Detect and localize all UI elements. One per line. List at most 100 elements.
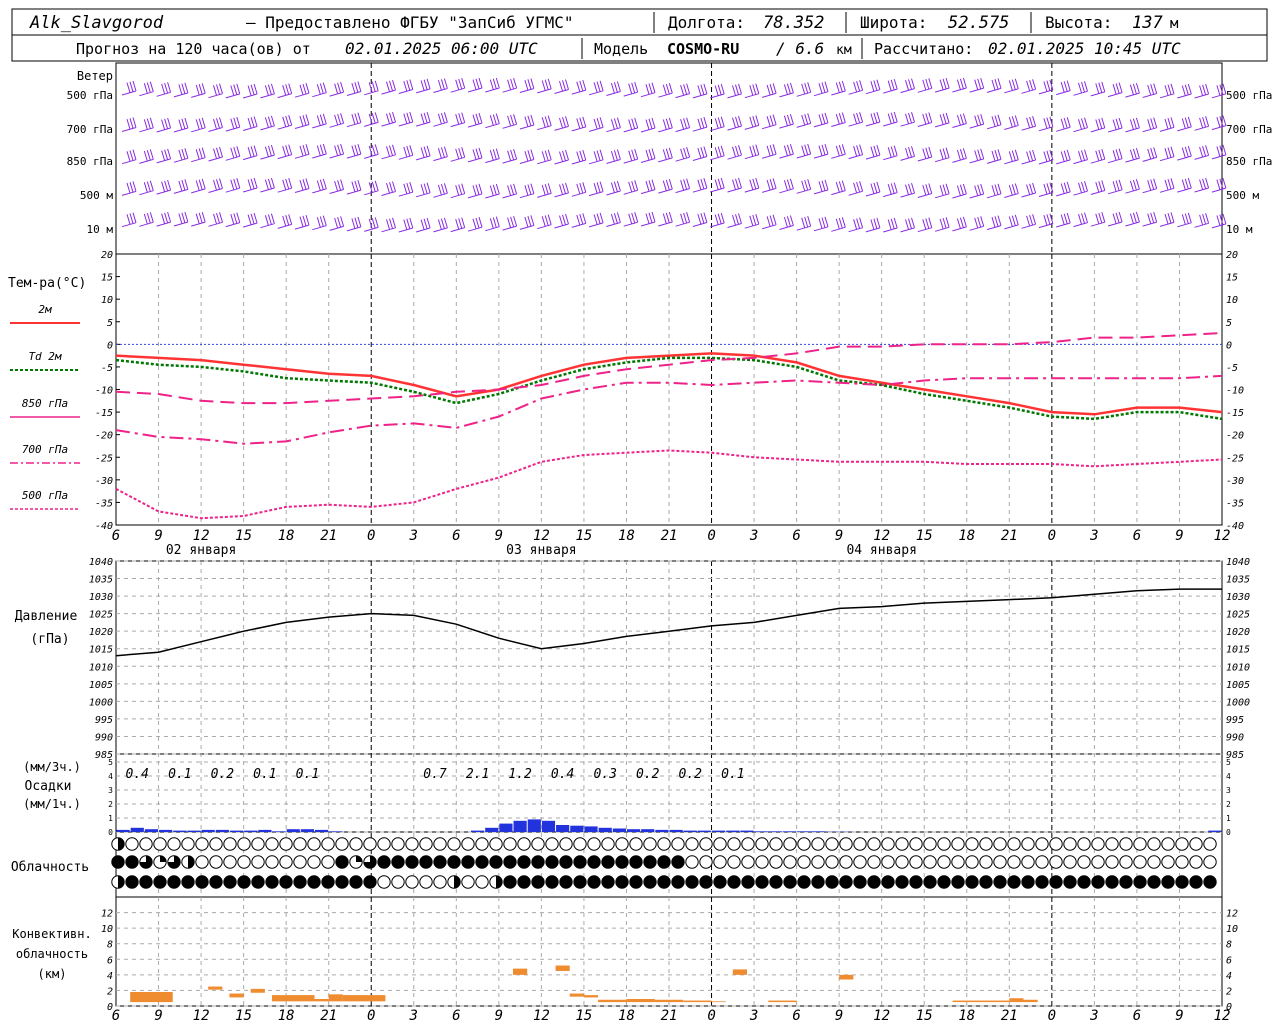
date-label: 02 января: [166, 543, 236, 558]
precip-bar: [556, 825, 570, 832]
hour-tick-label: 9: [835, 528, 843, 544]
cloud-cover-symbol: [1091, 855, 1105, 869]
cloud-cover-symbol: [1049, 855, 1063, 869]
lon-value: 78.352: [763, 13, 824, 33]
hour-tick-label: 3: [749, 528, 758, 544]
wind-level-label-right: 500 гПа: [1226, 89, 1272, 102]
pres-ytick-label: 1015: [89, 645, 113, 656]
alt-value: 137: [1132, 13, 1163, 33]
hour-tick-label: 12: [1214, 1008, 1231, 1024]
pres-ytick-label: 990: [95, 732, 113, 743]
hour-tick-label: 9: [495, 528, 503, 544]
precip-bar: [470, 830, 485, 832]
precip-bar: [584, 826, 598, 832]
precip-bar: [244, 830, 258, 832]
cloud-cover-symbol: [797, 837, 811, 851]
cloud-cover-symbol: [853, 875, 867, 889]
hour-tick-label: 9: [1175, 528, 1183, 544]
cloud-cover-symbol: [909, 837, 923, 851]
precip-bar: [286, 829, 300, 832]
cloud-cover-symbol: [377, 837, 391, 851]
cloud-cover-symbol: [405, 855, 419, 869]
cloud-cover-symbol: [167, 837, 181, 851]
wind-barbs-row: [121, 111, 1227, 133]
temp-ytick-label-right: 0: [1226, 340, 1232, 351]
wind-level-label-right: 10 м: [1226, 223, 1253, 236]
convective-panel: 12 1210 108 86 64 42 20 0Конвективн.облачность(…: [12, 909, 1238, 1013]
cloud-cover-symbol: [797, 855, 811, 869]
cloud-cover-fill: [496, 875, 503, 889]
temp-ytick-label-right: -35: [1226, 498, 1244, 509]
cloud-cover-symbol: [209, 855, 223, 869]
conv-ytick-label-right: 8: [1226, 940, 1232, 951]
conv-title: Конвективн.: [12, 927, 91, 941]
cloud-cover-symbol: [223, 875, 237, 889]
cloud-cover-symbol: [503, 875, 517, 889]
pres-ytick-label-right: 1020: [1226, 627, 1250, 638]
cloud-cover-symbol: [923, 875, 937, 889]
cloud-cover-symbol: [335, 875, 349, 889]
precip-bar: [1208, 830, 1222, 832]
header: Alk_Slavgorod – Предоставлено ФГБУ "ЗапС…: [11, 8, 1268, 62]
hour-tick-label: 6: [112, 528, 120, 544]
cloud-cover-symbol: [965, 875, 979, 889]
convective-bar: [952, 1000, 1010, 1003]
hour-tick-label: 18: [618, 1008, 635, 1024]
conv-ytick-label: 8: [107, 940, 113, 951]
cloud-cover-symbol: [783, 855, 797, 869]
precip-bar: [570, 825, 584, 832]
cloud-cover-symbol: [433, 875, 447, 889]
cloud-cover-symbol: [391, 837, 405, 851]
cloud-cover-symbol: [405, 837, 419, 851]
cloud-cover-symbol: [447, 837, 461, 851]
cloud-cover-symbol: [265, 855, 279, 869]
cloud-cover-symbol: [279, 837, 293, 851]
temp-ytick-label-right: 10: [1226, 295, 1238, 306]
temp-ytick-label-right: -15: [1226, 408, 1244, 419]
cloud-title: Облачность: [11, 860, 89, 875]
cloud-cover-symbol: [545, 875, 559, 889]
cloud-cover-symbol: [755, 837, 769, 851]
precip-ytick-label-right: 1: [1226, 814, 1231, 823]
lat-label: Широта:: [860, 13, 927, 32]
meteogram: Alk_Slavgorod – Предоставлено ФГБУ "ЗапС…: [8, 8, 1273, 1024]
alt-unit: м: [1170, 16, 1179, 32]
wind-barbs-row: [121, 177, 1227, 199]
convective-bar: [839, 974, 854, 980]
cloud-cover-symbol: [111, 855, 125, 869]
wind-panel: Ветер 500 гПа 500 гПа 700 гПа 700 гПа 850 гПа…: [67, 69, 1273, 236]
conv-ytick-label-right: 12: [1226, 909, 1238, 920]
model-label: Модель: [594, 40, 648, 58]
pres-ytick-label: 1000: [89, 697, 113, 708]
cloud-cover-symbol: [993, 875, 1007, 889]
temp-legend-label: 850 гПа: [22, 397, 68, 410]
precip-bar: [527, 819, 541, 832]
cloud-cover-symbol: [433, 837, 447, 851]
hour-tick-label: 0: [367, 528, 375, 544]
cloud-panel: Облачность: [11, 837, 1217, 889]
cloud-cover-symbol: [881, 837, 895, 851]
convective-bar: [130, 991, 173, 1003]
cloud-cover-symbol: [671, 855, 685, 869]
precip-bar: [272, 831, 286, 832]
cloud-cover-symbol: [755, 875, 769, 889]
wind-barbs-row: [121, 143, 1227, 165]
temp-series-line: [115, 449, 1223, 520]
lat-value: 52.575: [948, 13, 1009, 33]
cloud-cover-symbol: [1063, 837, 1077, 851]
conv-ytick-label: 12: [101, 909, 113, 920]
pres-ytick-label: 1025: [89, 610, 113, 621]
pres-ytick-label: 1035: [89, 575, 113, 586]
temp-ytick-label-right: -20: [1226, 431, 1244, 442]
hour-tick-label: 18: [958, 1008, 975, 1024]
precip-bar: [485, 827, 499, 832]
hour-tick-label: 12: [193, 1008, 210, 1024]
cloud-cover-symbol: [825, 875, 839, 889]
precipitation-panel: 5 5 4 4 3 3 2 2 1 1 0 0 (мм/3ч.) Осадки (мм/1ч.) 0.4 0.1…: [23, 758, 1231, 837]
pres-ytick-label-right: 1010: [1226, 662, 1250, 673]
cloud-cover-symbol: [615, 837, 629, 851]
pres-ytick-label-right: 1025: [1226, 610, 1250, 621]
conv-ytick-label: 4: [107, 971, 113, 982]
cloud-cover-symbol: [937, 855, 951, 869]
cloud-cover-symbol: [629, 875, 643, 889]
